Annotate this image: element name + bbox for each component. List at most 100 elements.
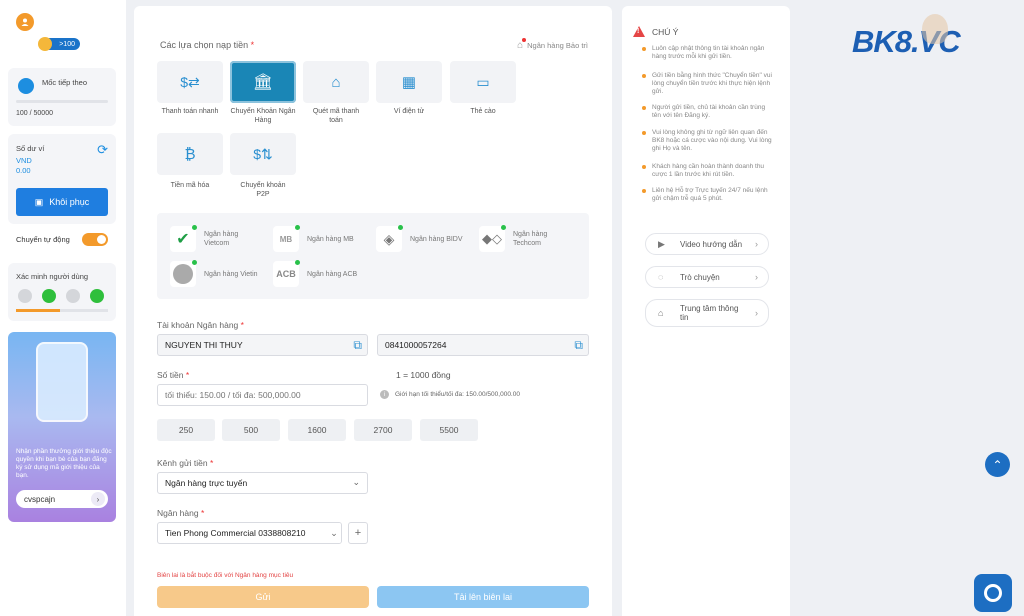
options-title: Các lựa chọn nạp tiền * [160,40,254,50]
bank-mb[interactable]: MB Ngân hàng MB [273,225,354,252]
chevron-right-icon: › [755,307,758,318]
chevron-right-icon: › [755,272,758,282]
balance-currency: VND [16,156,32,165]
left-sidebar: >100 Mốc tiếp theo 100 / 50000 Số dư ví … [0,0,126,616]
bullet-dot [642,165,646,169]
quick-amount-1600[interactable]: 1600 [288,419,346,441]
required-mark: * [185,370,190,380]
bidv-logo-icon: ◈ [376,225,403,252]
account-label: Tài khoản Ngân hàng * [157,320,244,330]
option-label-e-wallet: Ví điện tử [393,108,425,115]
option-qr-pay[interactable]: ⌂ [303,61,369,103]
help-video-button[interactable]: ▶ Video hướng dẫn › [645,233,769,255]
account-number-field[interactable]: 0841000057264 ⧉ [377,334,589,356]
available-dot [501,225,506,230]
notes-title: CHÚ Ý [652,27,679,37]
copy-icon[interactable]: ⧉ [353,338,362,353]
add-bank-button[interactable]: + [348,522,368,544]
bank-vietin-label: Ngân hàng Vietin [204,270,258,278]
bank-techcom[interactable]: ◆◇ Ngân hàng Techcom [479,225,555,252]
restore-label: Khôi phục [49,197,90,207]
required-mark: * [209,458,214,468]
upload-receipt-button[interactable]: Tải lên biên lai [377,586,589,608]
option-e-wallet[interactable]: ▦ [376,61,442,103]
scroll-top-button[interactable]: ⌃ [985,452,1010,477]
warning-exclaim: ! [637,28,640,35]
refresh-icon[interactable]: ⟳ [97,142,108,158]
mb-logo-icon: MB [273,225,300,252]
copy-icon[interactable]: ⧉ [574,338,583,353]
card-icon: ▭ [476,73,490,90]
quick-amount-2700[interactable]: 2700 [354,419,412,441]
balance-label: Số dư ví [16,144,45,153]
bullet-dot [642,106,646,110]
plus-icon: + [354,527,362,539]
help-info-button[interactable]: ⌂ Trung tâm thông tin › [645,299,769,327]
info-center-icon: ⌂ [658,307,664,318]
bullet-dot [642,74,646,78]
bank-vietin[interactable]: Ngân hàng Vietin [170,260,258,287]
option-crypto[interactable]: ₿ [157,133,223,175]
submit-button[interactable]: Gửi [157,586,369,608]
maintenance-link[interactable]: ⌂ Ngân hàng Bảo trì [517,38,588,51]
required-mark: * [240,320,244,330]
quick-amount-250[interactable]: 250 [157,419,215,441]
account-number-value: 0841000057264 [385,340,447,350]
available-dot [398,225,403,230]
available-dot [295,260,300,265]
quick-amount-500[interactable]: 500 [222,419,280,441]
restore-button[interactable]: ▣ Khôi phục [16,188,108,216]
option-label-p2p: Chuyển khoản P2P [240,182,286,198]
amount-input[interactable] [157,384,368,406]
bank-mb-label: Ngân hàng MB [307,235,354,243]
bank-label: Ngân hàng * [157,508,204,518]
help-chat-button[interactable]: ◌ Trò chuyện › [645,266,769,288]
help-info-label: Trung tâm thông tin [680,304,739,322]
user-avatar-icon[interactable] [16,13,34,31]
chevron-down-icon: ⌄ [352,477,360,487]
option-label-crypto: Tiền mã hóa [170,182,210,189]
option-card[interactable]: ▭ [450,61,516,103]
auto-transfer-toggle[interactable] [82,233,108,246]
help-chat-label: Trò chuyện [680,272,720,282]
bank-select[interactable]: Tien Phong Commercial 0338808210 ⌄ [157,522,342,544]
note-text: Người gửi tiền, chủ tài khoản cần trùng … [652,104,766,119]
note-text: Liên hệ Hỗ trợ Trực tuyến 24/7 nếu lệnh … [652,187,768,202]
note-item: Gửi tiền bằng hình thức "Chuyển tiền" vu… [642,72,772,96]
verify-bank-icon[interactable] [90,289,104,303]
verify-email-icon[interactable] [42,289,56,303]
promo-banner: Nhận phần thưởng giới thiệu độc quyền kh… [8,332,116,522]
bank-bidv-label: Ngân hàng BIDV [410,235,463,243]
rate-text: 1 = 1000 đồng [396,370,451,380]
option-bank-transfer[interactable]: 🏛 [230,61,296,103]
bullet-dot [642,189,646,193]
maintenance-label: Ngân hàng Bảo trì [527,41,588,50]
verify-doc-icon[interactable] [66,289,80,303]
note-item: Khách hàng cần hoàn thành doanh thu cược… [642,163,772,179]
droplet-icon [18,78,34,94]
note-item: Luôn cập nhật thông tin tài khoản ngân h… [642,45,772,61]
mascot-image [922,14,948,44]
note-item: Vui lòng không ghi từ ngữ liên quan đến … [642,129,772,153]
referral-code-box[interactable]: cvspcajn › [16,490,108,508]
help-video-label: Video hướng dẫn [680,239,743,249]
quick-amount-5500[interactable]: 5500 [420,419,478,441]
bank-vietcom[interactable]: ✔ Ngân hàng Vietcom [170,225,246,252]
live-chat-button[interactable] [974,574,1012,612]
restore-icon: ▣ [34,196,44,207]
milestone-progress: 100 / 50000 [16,110,53,117]
option-fast-pay[interactable]: $⇄ [157,61,223,103]
upload-label: Tải lên biên lai [453,592,513,602]
channel-select[interactable]: Ngân hàng trực tuyến ⌄ [157,472,368,494]
limit-text: Giới hạn tối thiểu/tối đa: 150.00/500,00… [395,391,520,398]
referral-arrow-icon[interactable]: › [91,492,105,506]
option-p2p[interactable]: $⇅ [230,133,296,175]
bank-acb[interactable]: ACB Ngân hàng ACB [273,260,357,287]
account-name-field[interactable]: NGUYEN THI THUY ⧉ [157,334,368,356]
bank-bidv[interactable]: ◈ Ngân hàng BIDV [376,225,463,252]
p2p-icon: $⇅ [253,145,273,162]
verify-id-icon[interactable] [18,289,32,303]
balance-card: Số dư ví ⟳ VND 0.00 ▣ Khôi phục [8,134,116,224]
acb-logo-text: ACB [276,269,296,279]
qr-code-icon: ▦ [401,74,417,91]
